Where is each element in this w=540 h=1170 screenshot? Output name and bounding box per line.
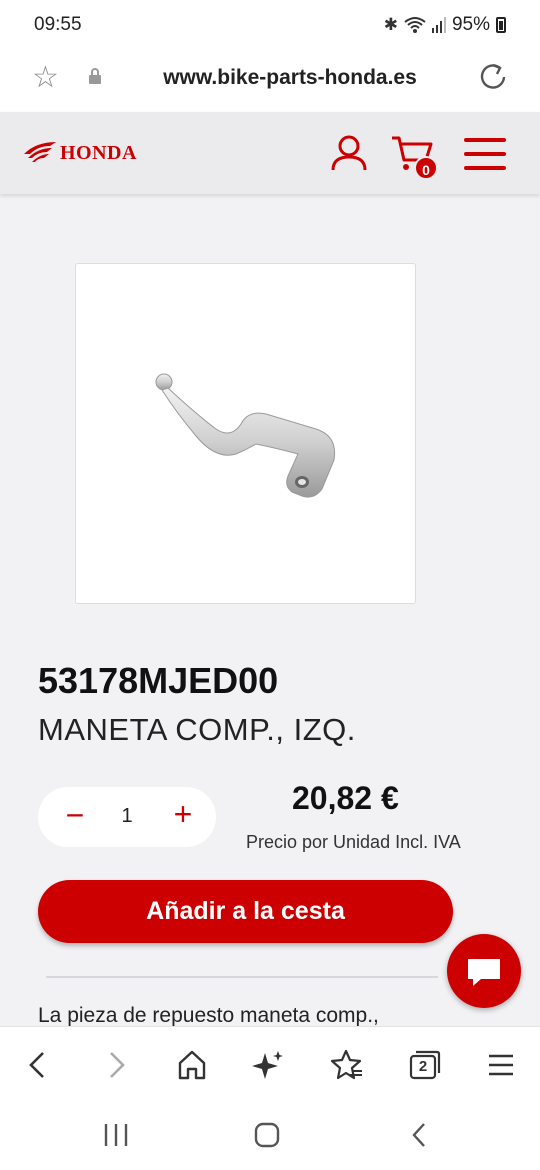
product-description: La pieza de repuesto maneta comp.,	[38, 1004, 379, 1027]
back-icon[interactable]	[406, 1122, 434, 1148]
browser-url-bar: ☆ www.bike-parts-honda.es	[0, 50, 540, 112]
honda-logo[interactable]: HONDA	[22, 140, 137, 166]
honda-wing-icon	[24, 142, 56, 162]
wifi-icon	[404, 17, 426, 33]
menu-icon[interactable]	[464, 138, 506, 170]
bookmarks-icon[interactable]	[326, 1045, 366, 1085]
forward-icon[interactable]	[96, 1045, 136, 1085]
tabs-icon[interactable]: 2	[404, 1045, 444, 1085]
status-icons: ✱ 95%	[384, 14, 506, 36]
status-bar: 09:55 ✱ 95%	[0, 0, 540, 50]
battery-icon	[496, 17, 506, 33]
menu-icon[interactable]	[481, 1045, 521, 1085]
chat-button[interactable]	[447, 934, 521, 1008]
price: 20,82 €	[292, 780, 399, 816]
home-icon[interactable]	[253, 1122, 281, 1148]
site-header: HONDA	[0, 112, 540, 194]
cart-count-badge: 0	[414, 156, 438, 180]
signal-icon	[431, 17, 446, 33]
quantity-value[interactable]: 1	[108, 805, 146, 828]
recents-icon[interactable]	[102, 1122, 130, 1148]
divider	[46, 976, 438, 978]
lever-image	[155, 373, 336, 498]
tabs-count: 2	[418, 1058, 428, 1075]
part-number: 53178MJED00	[38, 660, 279, 701]
reload-icon[interactable]	[478, 62, 508, 92]
quantity-increase-button[interactable]: +	[166, 797, 200, 831]
add-to-cart-button[interactable]: Añadir a la cesta	[38, 880, 453, 943]
part-name: MANETA COMP., IZQ.	[38, 712, 356, 747]
bluetooth-icon: ✱	[383, 15, 398, 34]
system-nav-bar	[0, 1100, 540, 1170]
browser-toolbar: 2	[0, 1026, 540, 1100]
user-icon[interactable]	[330, 134, 368, 172]
product-image[interactable]	[75, 263, 416, 604]
chat-icon	[468, 959, 500, 986]
url-text[interactable]: www.bike-parts-honda.es	[0, 66, 540, 90]
quantity-stepper: − 1 +	[38, 787, 216, 847]
battery-percent: 95%	[451, 14, 490, 35]
quantity-decrease-button[interactable]: −	[58, 799, 92, 833]
price-note: Precio por Unidad Incl. IVA	[246, 832, 461, 852]
back-icon[interactable]	[18, 1045, 58, 1085]
sparkle-icon[interactable]	[249, 1045, 289, 1085]
status-time: 09:55	[34, 14, 82, 35]
logo-text: HONDA	[60, 141, 137, 164]
home-icon[interactable]	[172, 1045, 212, 1085]
